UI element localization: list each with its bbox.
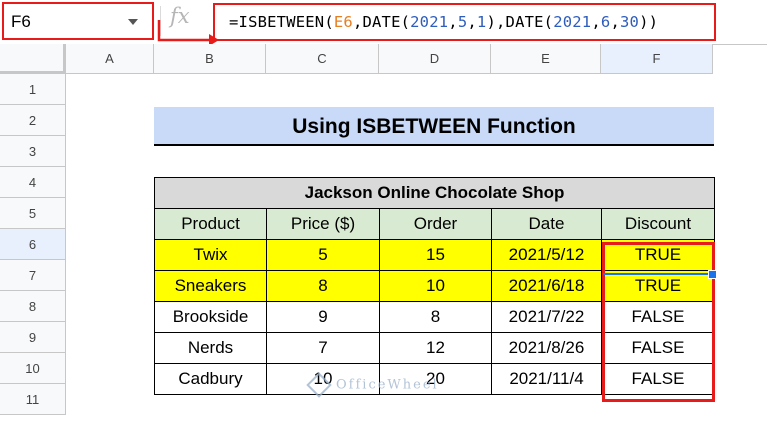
table-cell[interactable]: 2021/5/12 [491, 239, 602, 271]
fill-handle[interactable] [708, 270, 717, 279]
formula-token: 6 [600, 13, 611, 31]
formula-token: 5 [457, 13, 468, 31]
table-cell[interactable]: 2021/6/18 [491, 270, 602, 302]
formula-token: )) [639, 13, 659, 31]
row-header-2[interactable]: 2 [0, 105, 66, 136]
formula-token: =ISBETWEEN( [229, 13, 334, 31]
table-cell[interactable]: Twix [154, 239, 267, 271]
row-header-6[interactable]: 6 [0, 229, 66, 260]
formula-token: , [591, 13, 601, 31]
formula-token: , [610, 13, 620, 31]
row-header-5[interactable]: 5 [0, 198, 66, 229]
table-cell[interactable]: 2021/7/22 [491, 301, 602, 333]
sheet-title-banner: Using ISBETWEEN Function [154, 107, 714, 146]
column-header-f[interactable]: F [601, 44, 713, 74]
column-header-b[interactable]: B [154, 44, 266, 74]
table-cell[interactable]: 9 [266, 301, 380, 333]
row-header-10[interactable]: 10 [0, 353, 66, 384]
table-cell[interactable]: 2021/8/26 [491, 332, 602, 364]
table-cell[interactable]: 5 [266, 239, 380, 271]
row-header-9[interactable]: 9 [0, 322, 66, 353]
column-header-d[interactable]: D [379, 44, 491, 74]
name-box[interactable]: F6 [2, 2, 154, 40]
table-cell[interactable]: Nerds [154, 332, 267, 364]
table-cell[interactable]: Sneakers [154, 270, 267, 302]
formula-token: , [448, 13, 458, 31]
table-cell[interactable]: 15 [379, 239, 492, 271]
officewheel-logo-icon [306, 372, 332, 398]
table-cell[interactable]: 7 [266, 332, 380, 364]
table-cell[interactable]: 12 [379, 332, 492, 364]
formula-bar: F6 fx =ISBETWEEN(E6,DATE(2021,5,1),DATE(… [0, 0, 767, 46]
table-header-row: Product Price ($) Order Date Discount [154, 208, 715, 240]
row-header-3[interactable]: 3 [0, 136, 66, 167]
column-heading[interactable]: Price ($) [266, 208, 380, 240]
table-cell[interactable]: 8 [266, 270, 380, 302]
row-header-4[interactable]: 4 [0, 167, 66, 198]
watermark-text: OfficeWheel [336, 377, 439, 393]
row-header-1[interactable]: 1 [0, 74, 66, 105]
formula-token: , [467, 13, 477, 31]
row-header-11[interactable]: 11 [0, 384, 66, 415]
selected-cell-border [603, 273, 713, 275]
name-box-value: F6 [11, 12, 31, 31]
table-cell[interactable]: 10 [379, 270, 492, 302]
formula-text: =ISBETWEEN(E6,DATE(2021,5,1),DATE(2021,6… [229, 13, 658, 31]
watermark: OfficeWheel [306, 372, 439, 398]
formula-token: ),DATE( [486, 13, 554, 31]
column-header-e[interactable]: E [491, 44, 601, 74]
column-heading[interactable]: Order [379, 208, 492, 240]
row-header-8[interactable]: 8 [0, 291, 66, 322]
formula-token: E6 [333, 13, 353, 31]
row-header-7[interactable]: 7 [0, 260, 66, 291]
column-heading[interactable]: Date [491, 208, 602, 240]
column-heading[interactable]: Product [154, 208, 267, 240]
table-title[interactable]: Jackson Online Chocolate Shop [154, 177, 715, 209]
table-cell[interactable]: 8 [379, 301, 492, 333]
table-cell[interactable]: 2021/11/4 [491, 363, 602, 395]
formula-token: ,DATE( [352, 13, 411, 31]
formula-token: 2021 [553, 13, 592, 31]
table-cell[interactable]: Cadbury [154, 363, 267, 395]
column-heading[interactable]: Discount [601, 208, 715, 240]
table-cell[interactable]: Brookside [154, 301, 267, 333]
formula-input[interactable]: =ISBETWEEN(E6,DATE(2021,5,1),DATE(2021,6… [213, 3, 716, 41]
formula-token: 30 [619, 13, 640, 31]
formula-token: 2021 [410, 13, 449, 31]
column-header-a[interactable]: A [66, 44, 154, 74]
chevron-down-icon[interactable] [128, 19, 138, 25]
arrow-icon [157, 20, 219, 46]
discount-highlight-box [602, 242, 715, 402]
column-header-c[interactable]: C [266, 44, 379, 74]
select-all-corner[interactable] [0, 44, 66, 74]
